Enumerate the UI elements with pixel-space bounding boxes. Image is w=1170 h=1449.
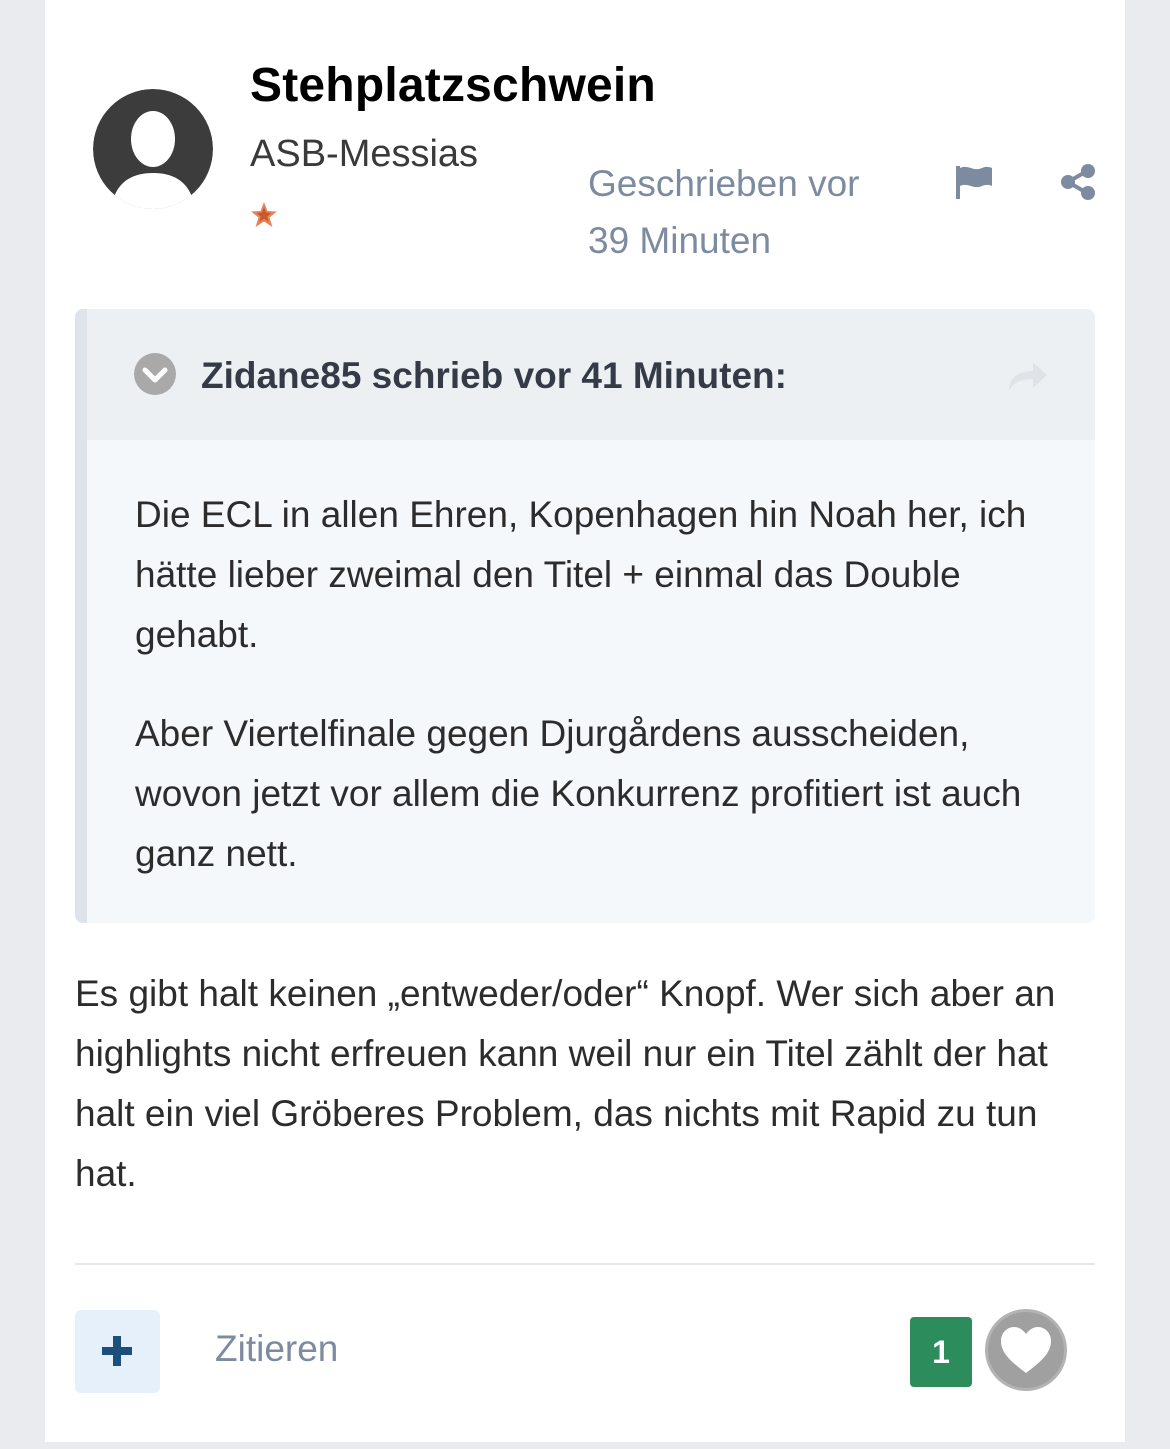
- author-name[interactable]: Stehplatzschwein: [250, 58, 656, 113]
- flag-icon[interactable]: [954, 164, 994, 200]
- quote-bar: [75, 309, 87, 923]
- multiquote-button[interactable]: [75, 1310, 160, 1393]
- post-card: Stehplatzschwein ASB-Messias Geschrieben…: [45, 0, 1125, 1442]
- chevron-down-circle-icon[interactable]: [134, 353, 176, 395]
- quote-block: Zidane85 schrieb vor 41 Minuten: Die ECL…: [75, 309, 1095, 923]
- quote-button[interactable]: Zitieren: [215, 1328, 338, 1370]
- avatar[interactable]: [93, 89, 213, 209]
- plus-icon: [102, 1336, 132, 1366]
- quote-header[interactable]: Zidane85 schrieb vor 41 Minuten:: [87, 309, 1095, 440]
- reaction-count-badge[interactable]: 1: [910, 1317, 972, 1387]
- share-icon[interactable]: [1059, 163, 1097, 201]
- share-arrow-icon[interactable]: [1007, 359, 1049, 393]
- avatar-placeholder-icon: [93, 89, 213, 209]
- rank-star-icon: [251, 202, 277, 227]
- post-date[interactable]: Geschrieben vor 39 Minuten: [588, 155, 908, 269]
- heart-icon[interactable]: [983, 1307, 1069, 1393]
- quote-paragraph: Aber Viertelfinale gegen Djurgårdens aus…: [135, 713, 1022, 874]
- author-rank: ASB-Messias: [250, 133, 479, 175]
- quote-body: Die ECL in allen Ehren, Kopenhagen hin N…: [135, 485, 1065, 923]
- post-body: Es gibt halt keinen „entweder/oder“ Knop…: [75, 973, 1056, 1194]
- quote-citation[interactable]: Zidane85 schrieb vor 41 Minuten:: [201, 355, 787, 397]
- quote-paragraph: Die ECL in allen Ehren, Kopenhagen hin N…: [135, 494, 1027, 655]
- divider: [75, 1263, 1095, 1265]
